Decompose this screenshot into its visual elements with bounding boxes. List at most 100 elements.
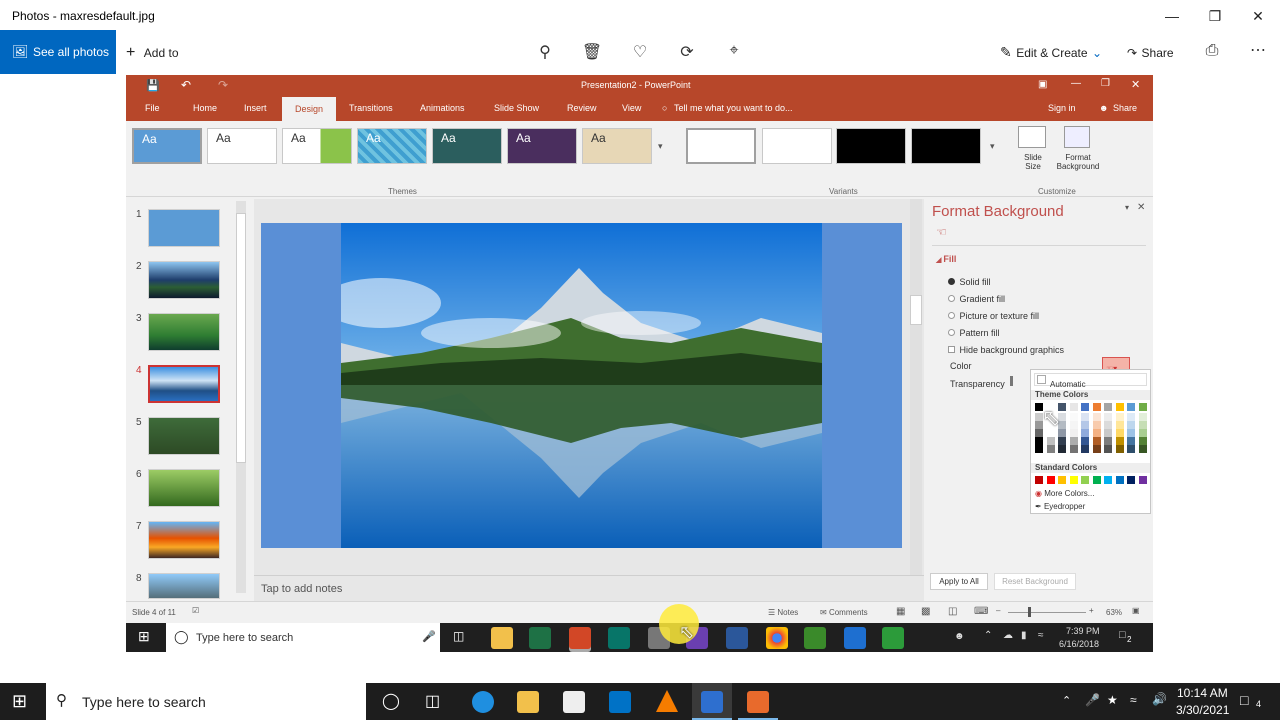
color-swatch[interactable] [1138, 403, 1147, 411]
color-swatch[interactable] [1069, 445, 1078, 453]
thumb-slide-8[interactable] [148, 573, 220, 599]
color-swatch[interactable] [1069, 429, 1078, 437]
color-swatch[interactable] [1104, 437, 1112, 445]
color-swatch[interactable] [1138, 445, 1147, 453]
search-box[interactable]: ⚲ Type here to search [46, 683, 366, 720]
ppt-close-icon[interactable]: ✕ [1131, 78, 1140, 91]
close-icon[interactable]: ✕ [1246, 4, 1270, 28]
ppt-share-button[interactable]: Share [1113, 103, 1137, 113]
mic-icon[interactable]: 🎤 [1085, 693, 1100, 707]
theme-facet[interactable]: Aa [282, 128, 352, 164]
share-button[interactable]: ↷ Share [1127, 44, 1174, 62]
theme-integral[interactable]: Aa [357, 128, 427, 164]
solid-fill-option[interactable]: Solid fill [948, 272, 990, 290]
tab-slide-show[interactable]: Slide Show [494, 103, 539, 113]
color-swatch[interactable] [1092, 429, 1101, 437]
reading-view-icon[interactable]: ◫ [948, 606, 957, 617]
tray-chevron-icon[interactable]: ⌃ [984, 630, 992, 641]
color-swatch[interactable] [1127, 429, 1135, 437]
camtasia-icon[interactable] [804, 627, 826, 649]
slideshow-view-icon[interactable]: ⌨ [974, 606, 988, 617]
network-icon[interactable]: ≈ [1130, 693, 1137, 707]
zoom-out-icon[interactable]: – [996, 606, 1000, 615]
standard-color-swatch[interactable] [1046, 476, 1055, 484]
tab-view[interactable]: View [622, 103, 641, 113]
file-explorer-icon[interactable] [491, 627, 513, 649]
color-swatch[interactable] [1092, 403, 1101, 411]
fit-slide-icon[interactable]: ▣ [1132, 606, 1140, 615]
edge-icon[interactable] [472, 691, 494, 713]
slide-size-icon[interactable] [1018, 126, 1046, 148]
edit-create-button[interactable]: ✎ Edit & Create ⌄ [1000, 44, 1102, 62]
standard-color-swatch[interactable] [1058, 476, 1066, 484]
zoom-slider-thumb[interactable] [1028, 607, 1031, 617]
color-swatch[interactable] [1127, 413, 1135, 421]
color-swatch[interactable] [1069, 403, 1078, 411]
format-background-button[interactable]: Format Background [1056, 153, 1100, 171]
inner-search-box[interactable]: ◯ Type here to search [166, 623, 440, 652]
thumb-slide-7[interactable] [148, 521, 220, 559]
apply-to-all-button[interactable]: Apply to All [930, 573, 988, 590]
battery-icon[interactable]: ▮ [1021, 630, 1027, 641]
action-center-icon[interactable]: □ [1119, 629, 1126, 641]
thumb-slide-5[interactable] [148, 417, 220, 455]
store-icon[interactable] [563, 691, 585, 713]
color-swatch[interactable] [1104, 429, 1112, 437]
theme-organic[interactable]: Aa [582, 128, 652, 164]
people-icon[interactable]: ☻ [954, 631, 965, 642]
color-swatch[interactable] [1127, 403, 1135, 411]
color-swatch[interactable] [1058, 437, 1066, 445]
tab-review[interactable]: Review [567, 103, 597, 113]
undo-icon[interactable]: ↶ [181, 78, 191, 92]
ppt-minimize-icon[interactable]: — [1071, 78, 1081, 89]
pane-options-icon[interactable]: ▾ [1125, 203, 1129, 212]
tell-me-input[interactable]: Tell me what you want to do... [674, 103, 793, 113]
reset-background-button[interactable]: Reset Background [994, 573, 1076, 590]
gradient-fill-option[interactable]: Gradient fill [948, 289, 1005, 307]
color-swatch[interactable] [1081, 437, 1089, 445]
variant-3[interactable] [836, 128, 906, 164]
edit-scrollbar[interactable] [910, 199, 922, 575]
clock-time[interactable]: 10:14 AM [1177, 686, 1228, 700]
standard-color-swatch[interactable] [1138, 476, 1147, 484]
task-view-icon[interactable]: ◫ [453, 629, 464, 643]
file-explorer-icon[interactable] [517, 691, 539, 713]
ppt-restore-icon[interactable]: ❐ [1101, 78, 1110, 89]
thumb-slide-2[interactable] [148, 261, 220, 299]
color-swatch[interactable] [1104, 421, 1112, 429]
color-swatch[interactable] [1092, 413, 1101, 421]
task-view-icon[interactable]: ◫ [425, 691, 440, 711]
color-swatch[interactable] [1046, 437, 1055, 445]
windows-start-icon[interactable]: ⊞ [138, 628, 150, 645]
tab-home[interactable]: Home [193, 103, 217, 113]
add-to-button[interactable]: + Add to [126, 44, 179, 62]
color-swatch[interactable] [1081, 429, 1089, 437]
color-swatch[interactable] [1104, 413, 1112, 421]
color-swatch[interactable] [1127, 437, 1135, 445]
color-swatch[interactable] [1115, 445, 1124, 453]
zoom-in-icon[interactable]: ⚲ [533, 42, 557, 62]
thumb-slide-1[interactable] [148, 209, 220, 247]
standard-color-swatch[interactable] [1104, 476, 1112, 484]
vlc-icon[interactable] [656, 690, 678, 712]
more-colors-option[interactable]: ◉ More Colors... [1035, 489, 1094, 498]
notes-button[interactable]: ☰ Notes [768, 608, 798, 617]
bluetooth-icon[interactable]: ★ [1107, 693, 1118, 707]
color-swatch[interactable] [1104, 403, 1112, 411]
color-swatch[interactable] [1115, 403, 1124, 411]
save-icon[interactable]: 💾 [146, 79, 160, 92]
color-swatch[interactable] [1115, 437, 1124, 445]
color-swatch[interactable] [1138, 421, 1147, 429]
wifi-icon[interactable]: ≈ [1038, 630, 1044, 641]
edge-icon[interactable] [844, 627, 866, 649]
standard-color-swatch[interactable] [1035, 476, 1043, 484]
spellcheck-icon[interactable]: ☑ [192, 606, 199, 615]
windows-start-icon[interactable]: ⊞ [12, 691, 27, 712]
color-swatch[interactable] [1115, 421, 1124, 429]
camtasia-recorder-icon[interactable] [882, 627, 904, 649]
color-swatch[interactable] [1069, 413, 1078, 421]
variant-4[interactable] [911, 128, 981, 164]
automatic-option[interactable]: Automatic [1034, 373, 1147, 389]
color-swatch[interactable] [1081, 445, 1089, 453]
color-swatch[interactable] [1115, 413, 1124, 421]
